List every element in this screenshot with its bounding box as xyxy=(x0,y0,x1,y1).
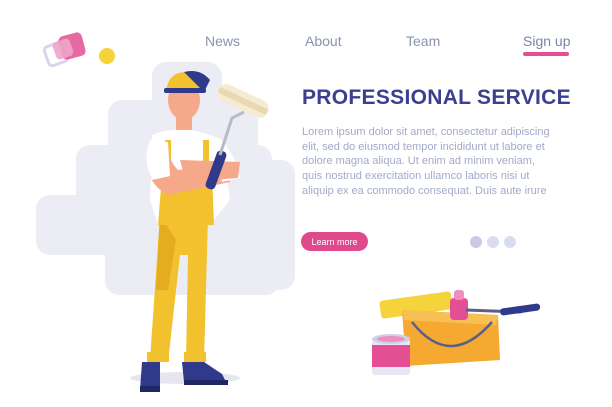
carousel-dot-3[interactable] xyxy=(504,236,516,248)
hero-description: Lorem ipsum dolor sit amet, consectetur … xyxy=(302,126,550,197)
paint-can-icon xyxy=(372,334,410,375)
carousel-dot-2[interactable] xyxy=(487,236,499,248)
hero-title: PROFESSIONAL SERVICE xyxy=(302,86,571,109)
learn-more-button[interactable]: Learn more xyxy=(301,232,368,251)
carousel-dot-1[interactable] xyxy=(470,236,482,248)
carousel-indicators xyxy=(470,236,516,248)
painter-illustration xyxy=(36,62,541,392)
